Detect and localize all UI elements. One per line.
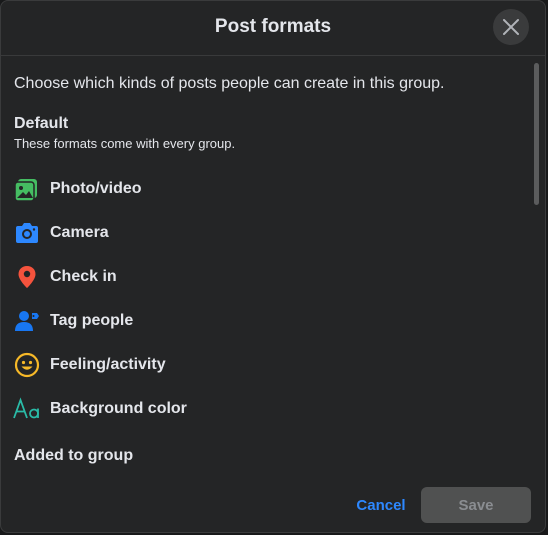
- close-button[interactable]: [493, 9, 529, 45]
- format-label: Feeling/activity: [50, 356, 166, 373]
- dialog-body[interactable]: Choose which kinds of posts people can c…: [1, 57, 545, 477]
- format-label: Camera: [50, 224, 109, 241]
- format-row-photo-video: Photo/video: [1, 167, 521, 211]
- dialog-title: Post formats: [214, 16, 332, 37]
- format-row-tag-people: Tag people: [1, 299, 521, 343]
- photo-video-icon: [13, 175, 41, 203]
- tag-people-icon: [13, 307, 41, 335]
- intro-text: Choose which kinds of posts people can c…: [14, 75, 445, 92]
- camera-icon: [13, 219, 41, 247]
- format-row-background-color: Background color: [1, 387, 521, 431]
- dialog-header: Post formats: [1, 1, 545, 56]
- scrollbar-thumb[interactable]: [534, 63, 539, 205]
- default-section-subtitle: These formats come with every group.: [14, 136, 236, 151]
- post-formats-dialog: Post formats Choose which kinds of posts…: [0, 0, 546, 533]
- format-row-camera: Camera: [1, 211, 521, 255]
- smiley-icon: [13, 351, 41, 379]
- location-pin-icon: [13, 263, 41, 291]
- added-section-title: Added to group: [14, 447, 134, 464]
- default-section-title: Default: [14, 115, 69, 132]
- format-row-feeling-activity: Feeling/activity: [1, 343, 521, 387]
- close-icon: [503, 19, 519, 35]
- format-row-check-in: Check in: [1, 255, 521, 299]
- format-label: Tag people: [50, 312, 134, 329]
- format-label: Check in: [50, 268, 117, 285]
- format-label: Photo/video: [50, 180, 142, 197]
- text-aa-icon: [13, 395, 41, 423]
- save-button[interactable]: Save: [421, 487, 531, 523]
- format-label: Background color: [50, 400, 187, 417]
- cancel-button[interactable]: Cancel: [353, 487, 409, 523]
